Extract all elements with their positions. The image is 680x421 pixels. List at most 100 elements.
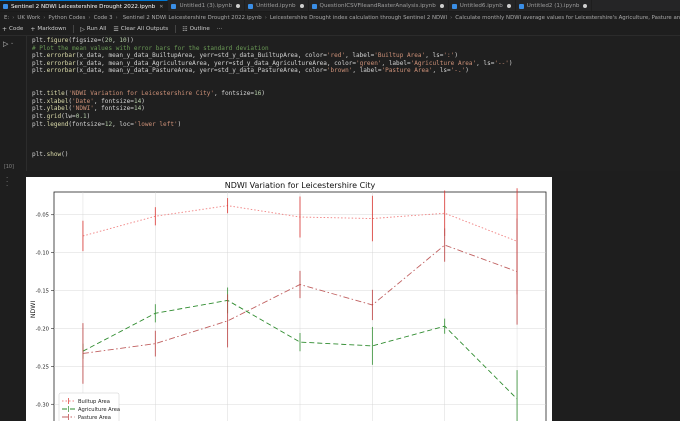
breadcrumb-item[interactable]: Leicestershire Drought index calculation… bbox=[270, 15, 447, 21]
tab-label: Untitled.ipynb bbox=[256, 3, 296, 9]
code-token: xlabel bbox=[46, 97, 69, 105]
code-token: ':' bbox=[443, 52, 455, 60]
code-token: show bbox=[46, 150, 62, 158]
code-token: errorbar bbox=[46, 67, 76, 75]
code-token: plt. bbox=[32, 90, 47, 98]
code-token: '--' bbox=[494, 59, 509, 67]
code-token: ) bbox=[141, 97, 145, 105]
chevron-right-icon: › bbox=[88, 14, 91, 21]
code-line: plt.title('NDWI Variation for Leicesters… bbox=[32, 90, 513, 98]
clear-outputs-button[interactable]: ☰ Clear All Outputs bbox=[113, 26, 168, 33]
run-all-label: Run All bbox=[86, 26, 107, 32]
breadcrumb-drive[interactable]: E: bbox=[4, 15, 9, 21]
ndwi-chart: -0.05 -0.10 -0.15 -0.20 -0.25 -0.30 NDWI Varia… bbox=[30, 181, 547, 421]
tab-3[interactable]: QuestionICSVFileandRasterAnalysis.ipynb bbox=[309, 0, 449, 11]
code-token: plt. bbox=[32, 52, 47, 60]
y-tick-label: -0.10 bbox=[36, 251, 49, 257]
code-token: plt. bbox=[32, 97, 47, 105]
code-token: 'Agriculture Area' bbox=[410, 59, 477, 67]
more-actions-button[interactable]: ··· bbox=[217, 26, 222, 32]
outline-button[interactable]: ☷ Outline bbox=[182, 26, 210, 33]
chevron-right-icon: › bbox=[43, 14, 46, 21]
legend-label: Pasture Area bbox=[78, 415, 111, 421]
toolbar-divider bbox=[175, 25, 177, 33]
notebook-file-icon bbox=[248, 3, 254, 9]
code-token: ) bbox=[141, 105, 145, 113]
tab-4[interactable]: Untitled6.ipynb bbox=[449, 0, 516, 11]
code-token: (x_data, mean_y_data_PastureArea, yerr=s… bbox=[75, 67, 327, 75]
y-tick-label: -0.30 bbox=[36, 402, 49, 408]
breadcrumb-item[interactable]: Python Codes bbox=[48, 15, 85, 21]
code-line: plt.grid(lw=0.1) bbox=[32, 113, 513, 121]
code-token: ) bbox=[261, 90, 265, 98]
close-icon[interactable]: ✕ bbox=[159, 4, 163, 10]
tab-1[interactable]: Untitled1 (3).ipynb bbox=[168, 0, 246, 11]
code-token: grid bbox=[46, 112, 62, 120]
code-token: 'brown' bbox=[326, 67, 353, 75]
tab-2[interactable]: Untitled.ipynb bbox=[245, 0, 309, 11]
code-line: plt.ylabel('NDWI', fontsize=14) bbox=[32, 105, 513, 113]
code-token: '-.' bbox=[450, 67, 466, 75]
run-options-chevron-icon[interactable]: ⌄ bbox=[10, 40, 14, 46]
chevron-right-icon: › bbox=[450, 14, 453, 21]
unsaved-dot-icon[interactable] bbox=[506, 4, 511, 8]
tab-label: Untitled6.ipynb bbox=[459, 3, 503, 9]
clear-icon: ☰ bbox=[113, 25, 119, 33]
plus-icon: + bbox=[2, 25, 8, 33]
tab-5[interactable]: Untitled2 (1).ipynb bbox=[516, 0, 593, 11]
code-token: 10 bbox=[119, 37, 127, 44]
code-token: , label= bbox=[352, 67, 382, 75]
code-token: (x_data, mean_y_data_BuiltupArea, yerr=s… bbox=[75, 52, 327, 60]
breadcrumb: E: › UK Work › Python Codes › Code 3 › Sentinel … bbox=[0, 12, 680, 23]
code-line: plt.xlabel('Date', fontsize=14) bbox=[32, 98, 513, 106]
unsaved-dot-icon[interactable] bbox=[439, 4, 444, 8]
y-axis-label: NDWI bbox=[30, 301, 37, 319]
code-token: plt. bbox=[32, 67, 47, 75]
code-token: errorbar bbox=[46, 59, 76, 67]
code-token: # Plot the mean values with error bars f… bbox=[32, 44, 269, 52]
breadcrumb-item[interactable]: Calculate monthly NDWI average values fo… bbox=[455, 15, 680, 21]
run-all-button[interactable]: ▷ Run All bbox=[80, 26, 106, 33]
notebook-file-icon bbox=[518, 3, 524, 9]
code-token: plt bbox=[32, 37, 43, 44]
unsaved-dot-icon[interactable] bbox=[236, 4, 241, 8]
plot-output: -0.05 -0.10 -0.15 -0.20 -0.25 -0.30 NDWI Varia… bbox=[26, 177, 552, 421]
code-token: ) bbox=[177, 120, 182, 128]
breadcrumb-item[interactable]: Sentinel 2 NDWI Leicestershire Drought 2… bbox=[123, 15, 262, 21]
code-token: 0.1 bbox=[75, 112, 87, 120]
notebook-window: { "tabs": [ {"label": "Sentinel 2 NDWI L… bbox=[0, 0, 680, 421]
breadcrumb-item[interactable]: UK Work bbox=[17, 15, 40, 21]
output-more-icon[interactable]: · · · bbox=[6, 175, 8, 190]
chart-title: NDWI Variation for Leicestershire City bbox=[225, 181, 376, 190]
code-token: 'Pasture Area' bbox=[381, 67, 433, 75]
code-token: , label= bbox=[381, 59, 411, 67]
code-token: ) bbox=[465, 67, 469, 75]
code-editor[interactable]: plt.figure(figsize=(20, 10)) # Plot the m… bbox=[32, 37, 513, 159]
code-token: errorbar bbox=[46, 52, 76, 60]
unsaved-dot-icon[interactable] bbox=[583, 4, 588, 8]
tab-bar: Sentinel 2 NDWI Leicestershire Drought 2… bbox=[0, 0, 680, 12]
y-tick-label: -0.15 bbox=[36, 289, 49, 295]
code-line: plt.errorbar(x_data, mean_y_data_Builtup… bbox=[32, 52, 513, 60]
add-code-button[interactable]: + Code bbox=[2, 26, 23, 33]
more-icon: ··· bbox=[216, 26, 223, 32]
outline-label: Outline bbox=[189, 26, 210, 32]
tab-0[interactable]: Sentinel 2 NDWI Leicestershire Drought 2… bbox=[0, 0, 169, 11]
add-code-label: Code bbox=[9, 26, 24, 32]
code-token: title bbox=[46, 90, 65, 98]
code-cell[interactable]: plt.figure(figsize=(20, 10)) # Plot the m… bbox=[26, 36, 680, 171]
code-token: , fontsize= bbox=[93, 105, 134, 113]
chevron-right-icon: › bbox=[115, 14, 118, 21]
add-markdown-button[interactable]: + Markdown bbox=[30, 26, 66, 33]
run-cell-icon[interactable]: ▷ bbox=[3, 40, 8, 48]
code-token: legend bbox=[46, 120, 69, 128]
breadcrumb-item[interactable]: Code 3 bbox=[94, 15, 113, 21]
code-token: ) bbox=[508, 59, 513, 67]
code-token: 'lower left' bbox=[133, 120, 178, 128]
code-token: (figsize=( bbox=[68, 37, 105, 44]
code-token: , ls= bbox=[432, 67, 451, 75]
unsaved-dot-icon[interactable] bbox=[299, 4, 304, 8]
